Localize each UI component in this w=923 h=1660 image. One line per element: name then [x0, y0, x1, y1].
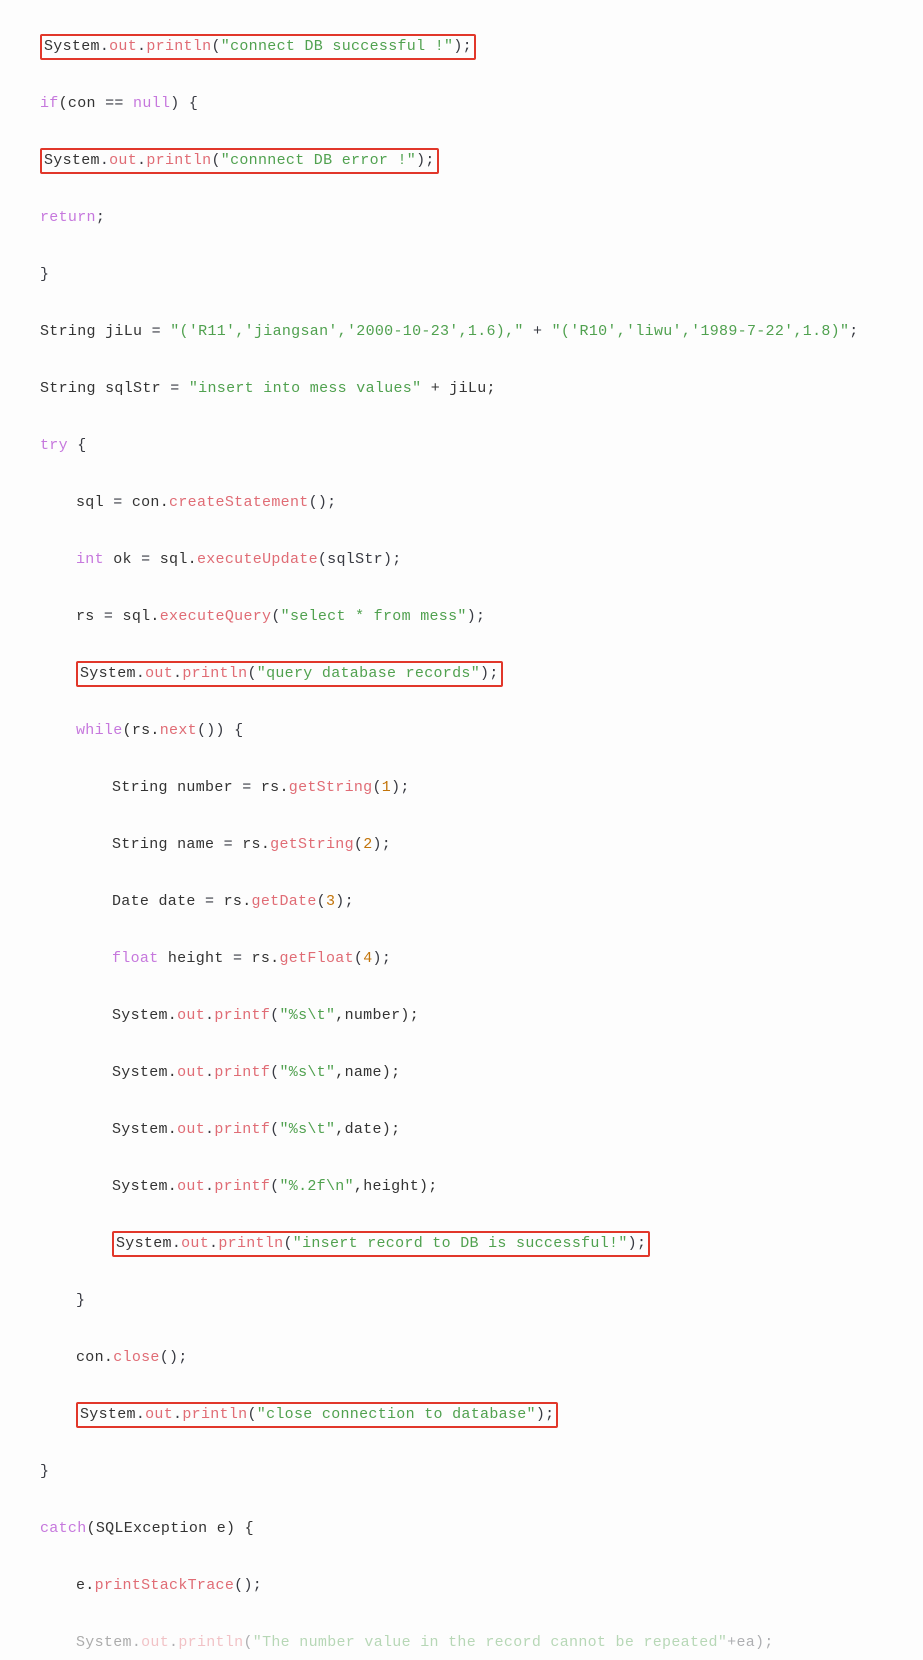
code-line: rs = sql.executeQuery("select * from mes… [40, 603, 923, 632]
code-line: System.out.printf("%s\t",name); [40, 1059, 923, 1088]
code-block: System.out.println("connect DB successfu… [0, 0, 923, 1660]
highlight-box: System.out.println("connnect DB error !"… [40, 148, 439, 175]
code-line: return; [40, 204, 923, 233]
code-line: System.out.println("insert record to DB … [40, 1230, 923, 1259]
code-line: System.out.println("connnect DB error !"… [40, 147, 923, 176]
code-line: String sqlStr = "insert into mess values… [40, 375, 923, 404]
code-line: System.out.println("connect DB successfu… [40, 33, 923, 62]
code-line: System.out.println("The number value in … [40, 1629, 923, 1657]
code-line: } [40, 1287, 923, 1316]
code-line: } [40, 1458, 923, 1487]
highlight-box: System.out.println("close connection to … [76, 1402, 558, 1429]
code-line: if(con == null) { [40, 90, 923, 119]
code-line: try { [40, 432, 923, 461]
highlight-box: System.out.println("insert record to DB … [112, 1231, 650, 1258]
code-line: con.close(); [40, 1344, 923, 1373]
code-line: while(rs.next()) { [40, 717, 923, 746]
code-line: System.out.printf("%s\t",date); [40, 1116, 923, 1145]
code-line: catch(SQLException e) { [40, 1515, 923, 1544]
code-line: e.printStackTrace(); [40, 1572, 923, 1601]
highlight-box: System.out.println("connect DB successfu… [40, 34, 476, 61]
code-line: sql = con.createStatement(); [40, 489, 923, 518]
code-line: System.out.println("query database recor… [40, 660, 923, 689]
code-line: Date date = rs.getDate(3); [40, 888, 923, 917]
code-line: String number = rs.getString(1); [40, 774, 923, 803]
code-line: String jiLu = "('R11','jiangsan','2000-1… [40, 318, 923, 347]
code-line: String name = rs.getString(2); [40, 831, 923, 860]
code-line: System.out.printf("%s\t",number); [40, 1002, 923, 1031]
code-line: int ok = sql.executeUpdate(sqlStr); [40, 546, 923, 575]
code-line: float height = rs.getFloat(4); [40, 945, 923, 974]
code-line: System.out.printf("%.2f\n",height); [40, 1173, 923, 1202]
highlight-box: System.out.println("query database recor… [76, 661, 503, 688]
code-line: System.out.println("close connection to … [40, 1401, 923, 1430]
code-line: } [40, 261, 923, 290]
